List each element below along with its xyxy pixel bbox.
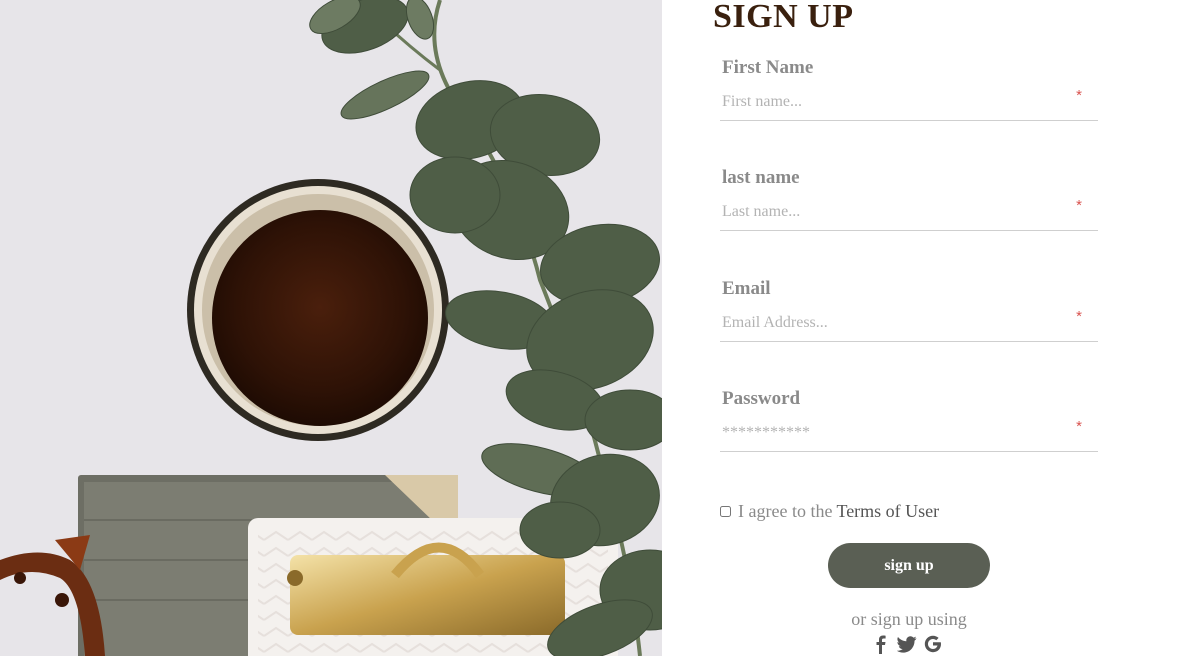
signup-panel: SIGN UP First Name * last name * Email *… <box>662 0 1177 656</box>
password-label: Password <box>722 388 801 409</box>
terms-agreement: I agree to the Terms of User <box>720 501 939 521</box>
required-mark: * <box>1076 308 1082 325</box>
required-mark: * <box>1076 197 1082 214</box>
required-mark: * <box>1076 418 1082 435</box>
last-name-field: last name * <box>720 167 1098 257</box>
first-name-field: First Name * <box>720 57 1098 147</box>
email-label: Email <box>722 278 771 299</box>
coffee-desk-illustration <box>0 0 662 656</box>
terms-link[interactable]: Terms of User <box>836 501 939 521</box>
page-title: SIGN UP <box>713 0 854 35</box>
first-name-input[interactable] <box>720 83 1098 121</box>
social-signup <box>871 634 943 654</box>
password-field: Password * <box>720 388 1098 478</box>
google-icon[interactable] <box>923 634 943 654</box>
first-name-label: First Name <box>722 57 814 78</box>
email-input[interactable] <box>720 304 1098 342</box>
password-input[interactable] <box>720 414 1098 452</box>
agree-checkbox[interactable] <box>720 505 731 517</box>
alt-signup-text: or sign up using <box>851 609 967 629</box>
last-name-label: last name <box>722 167 800 188</box>
required-mark: * <box>1076 87 1082 104</box>
sign-up-button[interactable]: sign up <box>828 543 990 588</box>
hero-photo <box>0 0 662 656</box>
agree-text: I agree to the <box>738 501 833 521</box>
twitter-icon[interactable] <box>897 634 917 654</box>
email-field: Email * <box>720 278 1098 368</box>
facebook-icon[interactable] <box>871 634 891 654</box>
last-name-input[interactable] <box>720 193 1098 231</box>
